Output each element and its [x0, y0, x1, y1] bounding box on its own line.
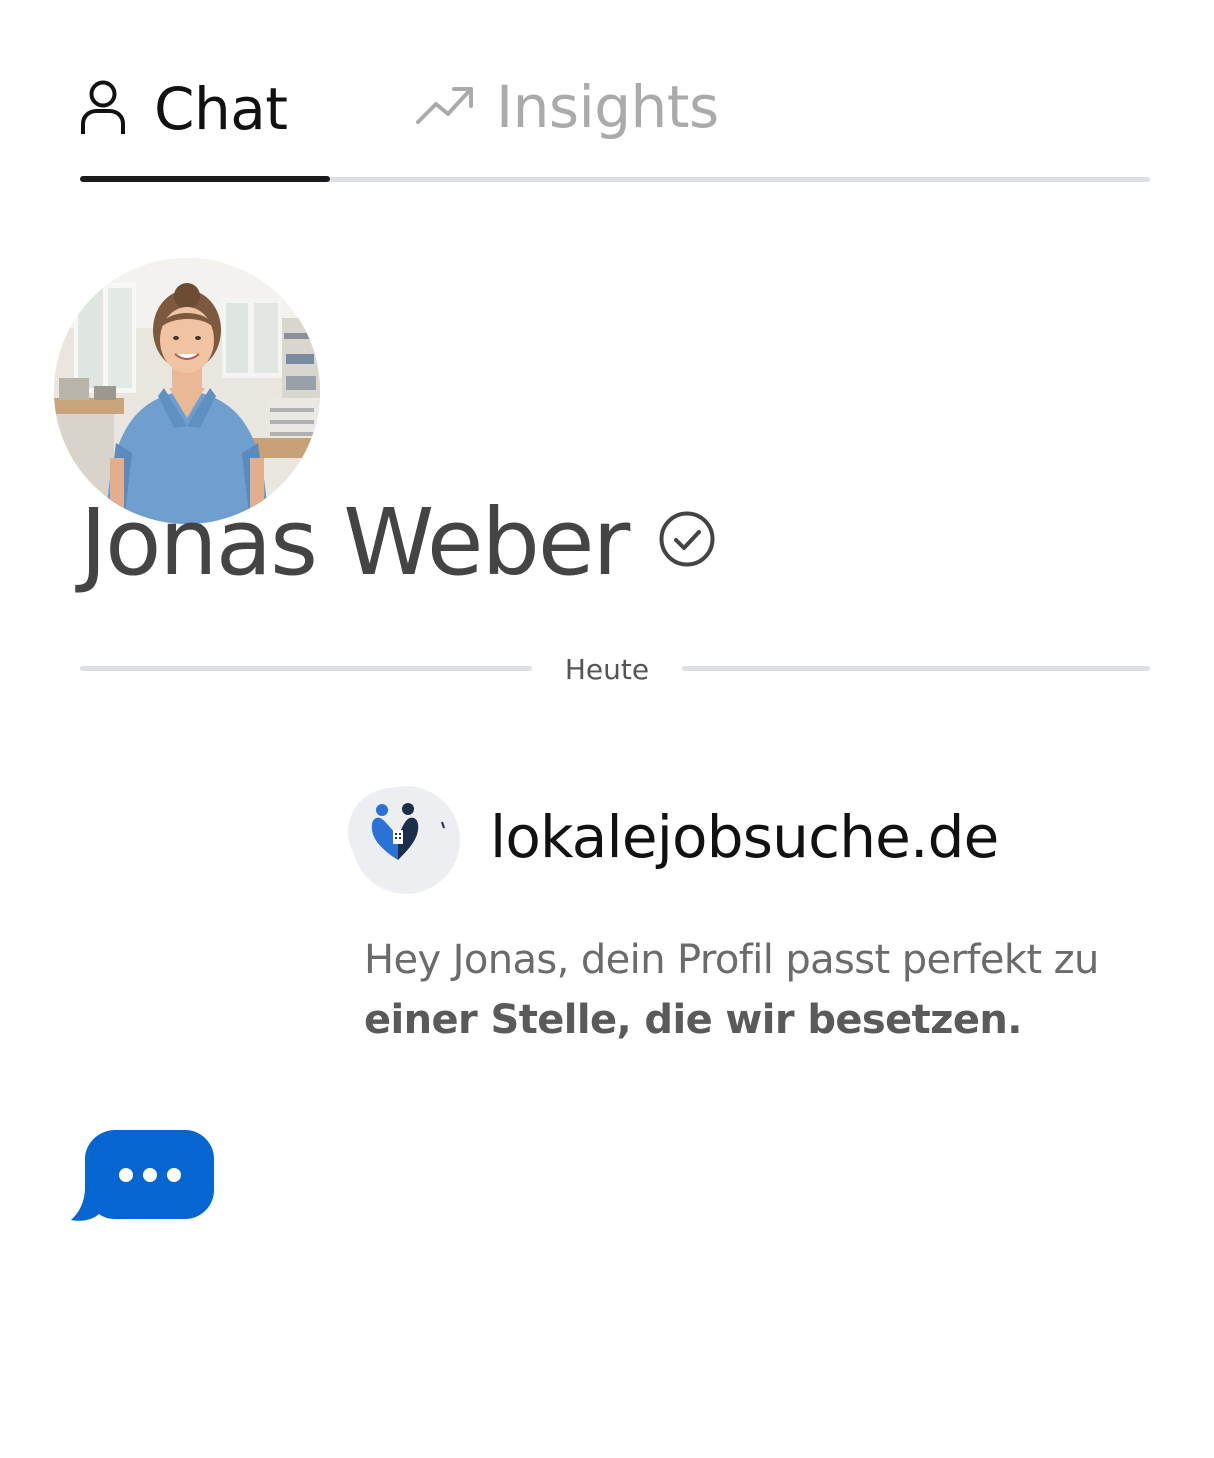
- message-text-part1: Hey Jonas, dein Profil passt perfekt zu: [364, 937, 1099, 983]
- tab-chat-label: Chat: [154, 75, 288, 143]
- avatar[interactable]: [54, 258, 320, 524]
- trending-up-icon: [416, 84, 474, 130]
- tab-insights-label: Insights: [496, 73, 719, 141]
- message-text-part2: einer Stelle, die wir besetzen.: [364, 997, 1022, 1043]
- divider-line-left: [80, 666, 532, 671]
- sender-logo[interactable]: [348, 784, 466, 894]
- message-text: Hey Jonas, dein Profil passt perfekt zu …: [364, 930, 1154, 1050]
- tab-insights[interactable]: Insights: [416, 78, 719, 136]
- date-divider: Heute: [80, 650, 1150, 690]
- message-sender-name: lokalejobsuche.de: [490, 803, 999, 871]
- typing-bubble-icon: [70, 1128, 216, 1224]
- verified-check-icon: [658, 510, 716, 572]
- profile-header: Jonas Weber: [80, 492, 716, 593]
- divider-line-right: [682, 666, 1150, 671]
- date-divider-label: Heute: [564, 653, 650, 686]
- person-icon: [80, 78, 126, 140]
- active-tab-indicator: [80, 176, 330, 182]
- tab-bar: Chat Insights: [80, 60, 1150, 185]
- tab-chat[interactable]: Chat: [80, 78, 288, 140]
- profile-name: Jonas Weber: [80, 489, 630, 596]
